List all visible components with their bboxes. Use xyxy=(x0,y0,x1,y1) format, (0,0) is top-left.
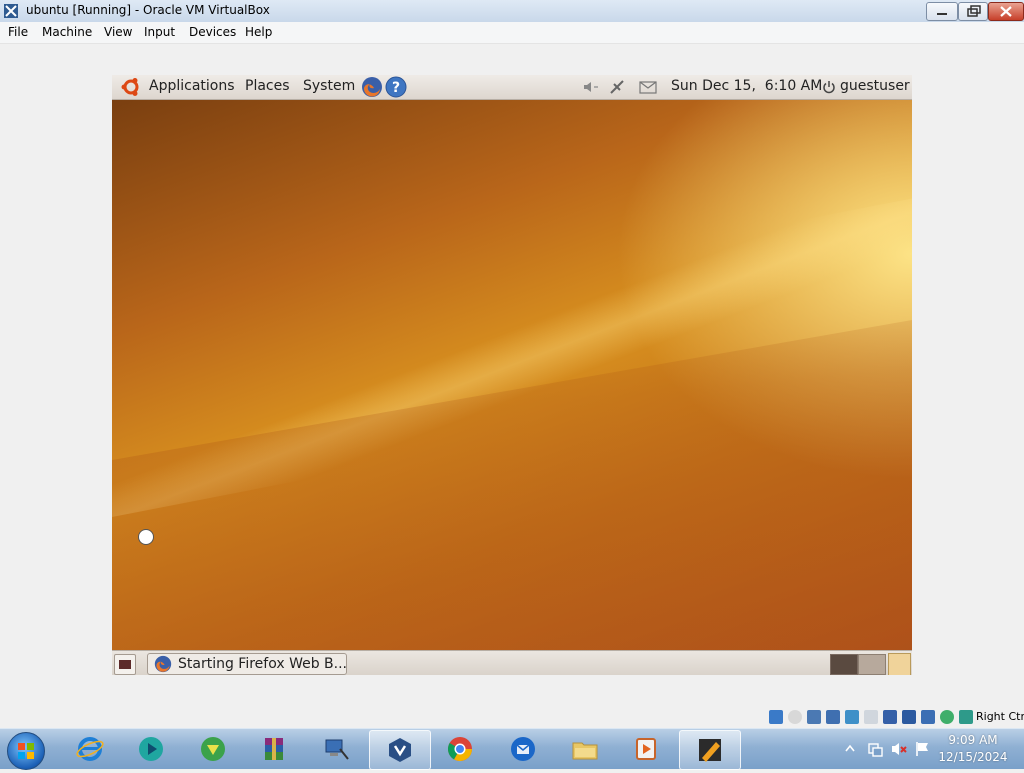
close-icon xyxy=(989,3,1023,20)
guest-bottom-panel: Starting Firefox Web B... xyxy=(112,650,912,675)
close-button[interactable] xyxy=(988,2,1024,21)
guest-user-menu[interactable]: guestuser xyxy=(840,78,910,94)
menu-input[interactable]: Input xyxy=(144,25,175,39)
window-title: ubuntu [Running] - Oracle VM VirtualBox xyxy=(26,3,270,17)
firefox-icon[interactable] xyxy=(361,76,383,98)
menu-file[interactable]: File xyxy=(8,25,28,39)
action-center-icon[interactable] xyxy=(866,740,884,758)
windows-logo-icon xyxy=(18,743,34,759)
virtualbox-icon xyxy=(4,4,18,18)
taskbar-media-app[interactable] xyxy=(121,730,181,768)
taskbar-chrome[interactable] xyxy=(430,730,490,768)
help-icon[interactable]: ? xyxy=(385,76,407,98)
show-hidden-icons-icon[interactable] xyxy=(844,743,856,753)
media-player-icon xyxy=(636,738,656,760)
menubar: File Machine View Input Devices Help xyxy=(0,22,1024,44)
start-button[interactable] xyxy=(7,732,45,770)
display-icon[interactable] xyxy=(864,710,878,724)
guest-top-panel: Applications Places System ? Sun Dec 15,… xyxy=(112,75,912,100)
taskbar-thunderbird[interactable] xyxy=(493,730,553,768)
menu-help[interactable]: Help xyxy=(245,25,272,39)
cpu-icon[interactable] xyxy=(902,710,916,724)
host-key-icon[interactable] xyxy=(959,710,973,724)
restore-icon xyxy=(959,3,987,20)
virtualbox-64-icon xyxy=(699,739,721,762)
host-key-label: Right Ctrl xyxy=(976,710,1024,723)
window-titlebar: ubuntu [Running] - Oracle VM VirtualBox xyxy=(0,0,1024,23)
guest-menu-applications[interactable]: Applications xyxy=(149,78,235,94)
guest-task-firefox[interactable]: Starting Firefox Web B... xyxy=(147,653,347,675)
windows-taskbar: 9:09 AM 12/15/2024 xyxy=(0,728,1024,770)
internet-explorer-icon xyxy=(76,737,104,761)
guest-task-label: Starting Firefox Web B... xyxy=(178,656,348,672)
guest-clock[interactable]: Sun Dec 15, 6:10 AM xyxy=(671,78,822,94)
menu-machine[interactable]: Machine xyxy=(42,25,92,39)
file-explorer-icon xyxy=(572,742,598,760)
minimize-icon xyxy=(927,3,957,20)
menu-devices[interactable]: Devices xyxy=(189,25,236,39)
thunderbird-icon xyxy=(511,737,535,761)
network-tool-icon xyxy=(325,739,349,760)
system-clock[interactable]: 9:09 AM 12/15/2024 xyxy=(928,732,1018,766)
clock-date: 12/15/2024 xyxy=(938,750,1008,764)
guest-desktop[interactable] xyxy=(112,100,912,650)
mouse-cursor-icon xyxy=(138,529,154,545)
shared-folder-icon[interactable] xyxy=(845,710,859,724)
guest-screen[interactable]: Applications Places System ? Sun Dec 15,… xyxy=(112,75,912,675)
ubuntu-logo-icon xyxy=(121,78,139,96)
taskbar-virtualbox-64[interactable] xyxy=(679,730,741,770)
guest-menu-places[interactable]: Places xyxy=(245,78,290,94)
firefox-icon xyxy=(154,655,172,673)
volume-icon[interactable] xyxy=(582,80,600,94)
network-icon[interactable] xyxy=(826,710,840,724)
keyboard-icon[interactable] xyxy=(940,710,954,724)
clock-time: 9:09 AM xyxy=(948,733,998,747)
hdd-icon[interactable] xyxy=(769,710,783,724)
mail-icon[interactable] xyxy=(639,81,657,94)
restore-button[interactable] xyxy=(958,2,988,21)
usb-icon[interactable] xyxy=(807,710,821,724)
download-manager-icon xyxy=(201,737,225,761)
video-capture-icon[interactable] xyxy=(883,710,897,724)
show-desktop-button[interactable] xyxy=(114,654,136,675)
minimize-button[interactable] xyxy=(926,2,958,21)
media-app-icon xyxy=(139,737,163,761)
taskbar-network-tool[interactable] xyxy=(306,730,366,768)
workspace-1[interactable] xyxy=(830,654,858,675)
winrar-icon xyxy=(265,738,283,760)
taskbar-download-manager[interactable] xyxy=(183,730,243,768)
power-icon[interactable] xyxy=(822,80,836,94)
mouse-integration-icon[interactable] xyxy=(921,710,935,724)
volume-muted-icon[interactable] xyxy=(890,740,908,758)
svg-text:?: ? xyxy=(392,80,400,96)
menu-view[interactable]: View xyxy=(104,25,132,39)
desktop-icon xyxy=(119,660,131,669)
virtualbox-icon xyxy=(389,738,411,762)
trash-icon[interactable] xyxy=(888,653,911,675)
taskbar-media-player[interactable] xyxy=(616,730,676,768)
network-icon[interactable] xyxy=(608,79,626,95)
optical-icon[interactable] xyxy=(788,710,802,724)
taskbar-file-explorer[interactable] xyxy=(555,730,615,768)
vbox-status-bar: Right Ctrl xyxy=(766,708,1024,728)
workspace-2[interactable] xyxy=(858,654,886,675)
taskbar-winrar[interactable] xyxy=(244,730,304,768)
taskbar-virtualbox[interactable] xyxy=(369,730,431,770)
chrome-icon xyxy=(447,737,472,762)
taskbar-internet-explorer[interactable] xyxy=(60,730,120,768)
guest-menu-system[interactable]: System xyxy=(303,78,355,94)
